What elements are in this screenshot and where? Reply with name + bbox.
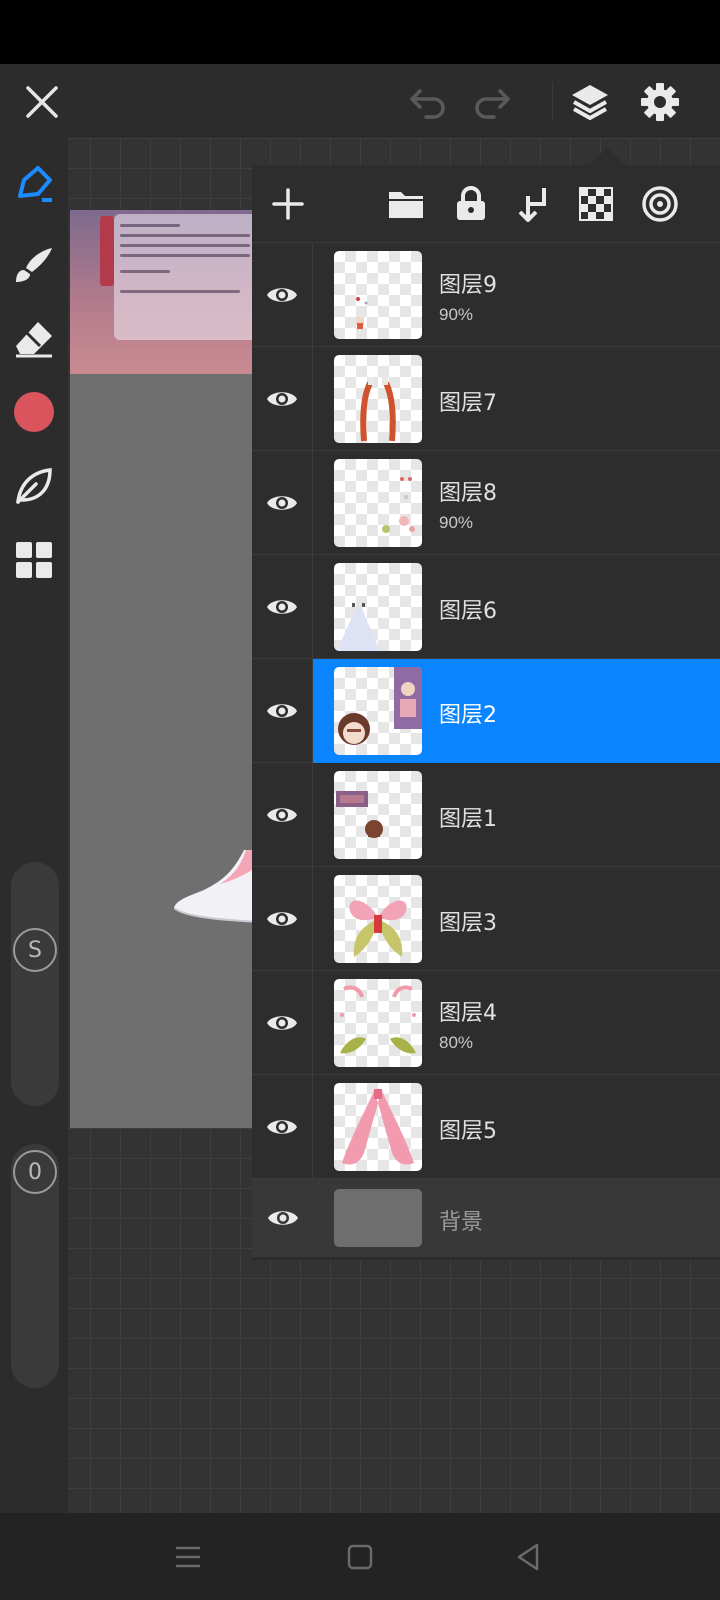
layer-thumbnail [334, 875, 422, 963]
artwork-text-line [120, 254, 250, 257]
eye-icon[interactable] [252, 1179, 313, 1257]
layers-icon[interactable] [564, 76, 616, 128]
artboard[interactable] [70, 210, 260, 1128]
layer-thumbnail [334, 563, 422, 651]
grid-icon[interactable] [8, 534, 60, 586]
brush-icon[interactable] [8, 238, 60, 290]
artwork-text-line [120, 290, 240, 293]
brush-size-slider[interactable]: S [11, 862, 59, 1106]
layer-row[interactable]: 图层4 80% [252, 971, 720, 1075]
layer-opacity: 80% [439, 1033, 474, 1052]
layer-name: 图层2 [439, 703, 497, 728]
layer-row[interactable]: 图层3 [252, 867, 720, 971]
eye-icon[interactable] [252, 347, 313, 451]
eye-icon[interactable] [252, 763, 313, 867]
eye-icon[interactable] [252, 451, 313, 555]
layer-thumbnail [334, 355, 422, 443]
layer-row[interactable]: 图层7 [252, 347, 720, 451]
eye-icon[interactable] [252, 555, 313, 659]
eye-icon[interactable] [252, 867, 313, 971]
layer-name: 图层5 [439, 1119, 497, 1144]
layer-thumbnail [334, 979, 422, 1067]
layer-thumbnail [334, 459, 422, 547]
layer-name: 图层6 [439, 599, 497, 624]
layer-panel-caret [589, 147, 625, 165]
layer-name: 图层9 [439, 273, 497, 298]
back-icon[interactable] [506, 1535, 550, 1579]
layer-name: 图层3 [439, 911, 497, 936]
merge-down-icon[interactable] [508, 178, 560, 230]
layer-thumbnail [334, 1083, 422, 1171]
layer-row[interactable]: 图层8 90% [252, 451, 720, 555]
blend-icon[interactable] [634, 178, 686, 230]
layer-panel-header [252, 165, 720, 243]
eye-icon[interactable] [252, 971, 313, 1075]
artwork-text-line [120, 244, 250, 247]
status-bar [0, 0, 720, 64]
layer-name: 背景 [439, 1210, 484, 1235]
artwork-text-line [120, 224, 180, 227]
size-knob[interactable]: S [13, 928, 57, 972]
redo-icon[interactable] [466, 76, 518, 128]
folder-icon[interactable] [380, 178, 432, 230]
color-swatch[interactable] [8, 386, 60, 438]
eye-icon[interactable] [252, 243, 313, 347]
leaf-icon[interactable] [8, 460, 60, 512]
artwork-skirt [174, 850, 260, 923]
add-icon[interactable] [262, 178, 314, 230]
layer-thumbnail [334, 771, 422, 859]
close-icon[interactable] [16, 76, 68, 128]
eraser-icon[interactable] [8, 312, 60, 364]
artwork-text-line [120, 270, 170, 273]
transparency-icon[interactable] [570, 178, 622, 230]
layer-thumbnail [334, 1189, 422, 1247]
layer-thumbnail [334, 251, 422, 339]
layer-row-selected[interactable]: 图层2 [252, 659, 720, 763]
eye-icon[interactable] [252, 659, 313, 763]
opacity-slider[interactable]: 0 [11, 1144, 59, 1388]
gear-icon[interactable] [634, 76, 686, 128]
layer-name: 图层4 [439, 1001, 497, 1026]
artwork-text-line [120, 234, 250, 237]
layer-row[interactable]: 图层6 [252, 555, 720, 659]
undo-icon[interactable] [402, 76, 454, 128]
layer-row[interactable]: 图层1 [252, 763, 720, 867]
home-icon[interactable] [338, 1535, 382, 1579]
top-toolbar [0, 64, 720, 138]
layer-name: 图层7 [439, 391, 497, 416]
layer-opacity: 90% [439, 305, 474, 324]
layer-thumbnail [334, 667, 422, 755]
system-navbar [0, 1513, 720, 1600]
layer-row[interactable]: 图层5 [252, 1075, 720, 1179]
left-toolbar: S 0 [0, 138, 68, 1513]
artwork-pillar [100, 216, 114, 286]
pen-icon[interactable] [8, 158, 60, 210]
opacity-knob[interactable]: 0 [13, 1150, 57, 1194]
layer-name: 图层1 [439, 807, 497, 832]
toolbar-divider [552, 82, 553, 120]
artwork-card [114, 214, 260, 340]
eye-icon[interactable] [252, 1075, 313, 1179]
menu-icon[interactable] [166, 1535, 210, 1579]
layer-row[interactable]: 图层9 90% [252, 243, 720, 347]
layer-panel: 图层9 90% 图层7 图层8 90% 图层6 图层2 图层1 图层3 图层4 … [252, 165, 720, 1260]
lock-icon[interactable] [445, 178, 497, 230]
layer-name: 图层8 [439, 481, 497, 506]
layer-row-background[interactable]: 背景 [252, 1179, 720, 1257]
layer-opacity: 90% [439, 513, 474, 532]
